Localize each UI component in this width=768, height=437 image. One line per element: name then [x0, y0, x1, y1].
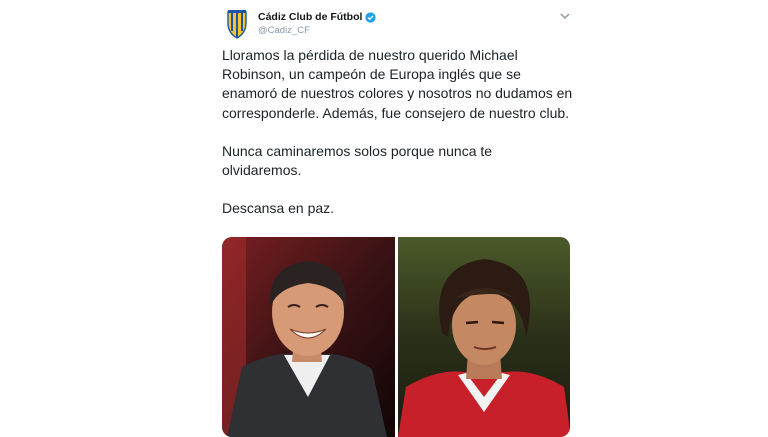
tweet-card: Cádiz Club de Fútbol @Cadiz_CF Lloramos … [222, 0, 582, 437]
author-handle[interactable]: @Cadiz_CF [258, 25, 310, 36]
tweet-text: Lloramos la pérdida de nuestro querido M… [222, 46, 574, 237]
tweet-media[interactable] [222, 237, 570, 437]
chevron-down-icon[interactable] [559, 11, 571, 21]
author-name-text[interactable]: Cádiz Club de Fútbol [258, 11, 362, 23]
tweet-paragraph: Nunca caminaremos solos porque nunca te … [222, 142, 493, 179]
verified-badge-icon [365, 11, 377, 23]
photo-man-suit[interactable] [222, 237, 395, 437]
club-crest-icon[interactable] [226, 9, 248, 39]
photo-player-red-kit[interactable] [397, 237, 570, 437]
tweet-paragraph: Lloramos la pérdida de nuestro querido M… [222, 47, 573, 121]
tweet-paragraph: Descansa en paz. [222, 200, 335, 217]
author-name[interactable]: Cádiz Club de Fútbol [258, 11, 377, 23]
